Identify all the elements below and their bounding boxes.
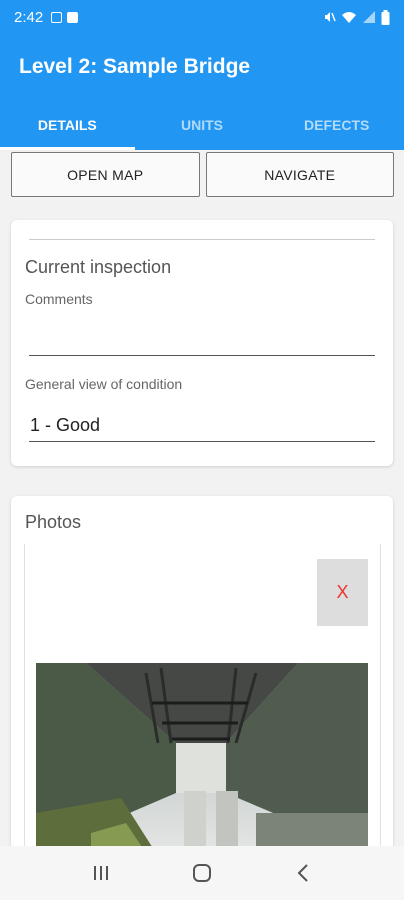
inspection-title: Current inspection	[25, 257, 172, 277]
recents-button[interactable]	[81, 853, 121, 893]
photos-title: Photos	[25, 512, 82, 532]
comments-underline	[29, 355, 375, 356]
inspection-card: Current inspection Comments General view…	[11, 220, 393, 466]
bridge-photo[interactable]	[36, 663, 368, 846]
comments-label: Comments	[25, 291, 93, 307]
status-time: 2:42	[14, 8, 44, 26]
checkbox-icon	[67, 11, 79, 23]
action-buttons: OPEN MAP NAVIGATE	[11, 152, 394, 197]
battery-icon	[381, 9, 390, 25]
open-map-button[interactable]: OPEN MAP	[11, 152, 200, 197]
app-bar: Level 2: Sample Bridge	[0, 34, 404, 100]
delete-label: X	[336, 582, 349, 602]
tab-details[interactable]: DETAILS	[0, 100, 135, 150]
tab-label: DEFECTS	[304, 117, 370, 133]
signal-icon	[363, 11, 375, 23]
navigate-button[interactable]: NAVIGATE	[205, 152, 394, 197]
bridge-photo-image	[36, 663, 368, 846]
status-left-icons	[51, 11, 79, 23]
divider	[29, 239, 375, 240]
photos-card: Photos X	[11, 496, 393, 846]
tab-label: DETAILS	[37, 117, 97, 133]
page-title: Level 2: Sample Bridge	[19, 55, 251, 78]
details-content[interactable]: OPEN MAP NAVIGATE Current inspection Com…	[0, 150, 404, 846]
tab-bar: DETAILS UNITS DEFECTS	[0, 100, 404, 150]
status-bar: 2:42	[0, 0, 404, 34]
mute-icon	[325, 12, 336, 22]
recents-icon	[93, 866, 108, 880]
condition-underline	[29, 441, 375, 442]
tab-label: UNITS	[181, 117, 223, 133]
condition-label: General view of condition	[25, 376, 183, 392]
status-right-icons	[322, 9, 390, 25]
wifi-icon	[342, 12, 356, 23]
image-icon	[51, 11, 63, 23]
comments-input[interactable]	[30, 320, 370, 352]
tab-defects[interactable]: DEFECTS	[269, 100, 404, 150]
back-icon	[297, 864, 309, 882]
system-nav-bar	[0, 846, 404, 900]
delete-photo-button[interactable]: X	[317, 559, 368, 626]
condition-select[interactable]: 1 - Good	[30, 415, 100, 436]
home-button[interactable]	[182, 853, 222, 893]
home-icon	[192, 864, 211, 882]
back-button[interactable]	[283, 853, 323, 893]
tab-units[interactable]: UNITS	[135, 100, 270, 150]
